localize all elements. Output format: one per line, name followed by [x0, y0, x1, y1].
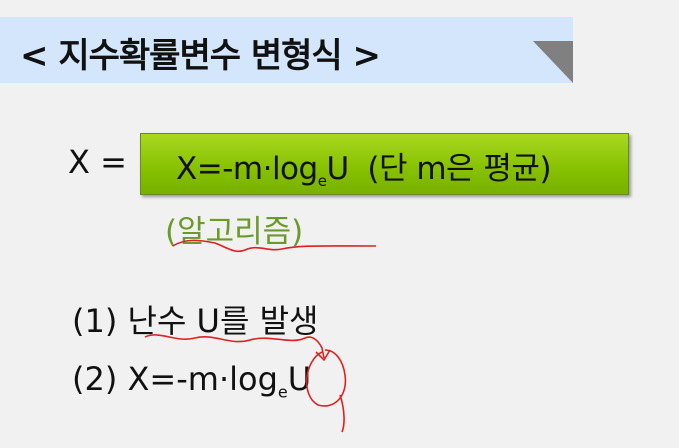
step1-squiggle	[144, 334, 325, 359]
circle-u	[305, 349, 347, 433]
underline-squiggle	[172, 239, 377, 253]
handwritten-annotations	[144, 239, 377, 433]
